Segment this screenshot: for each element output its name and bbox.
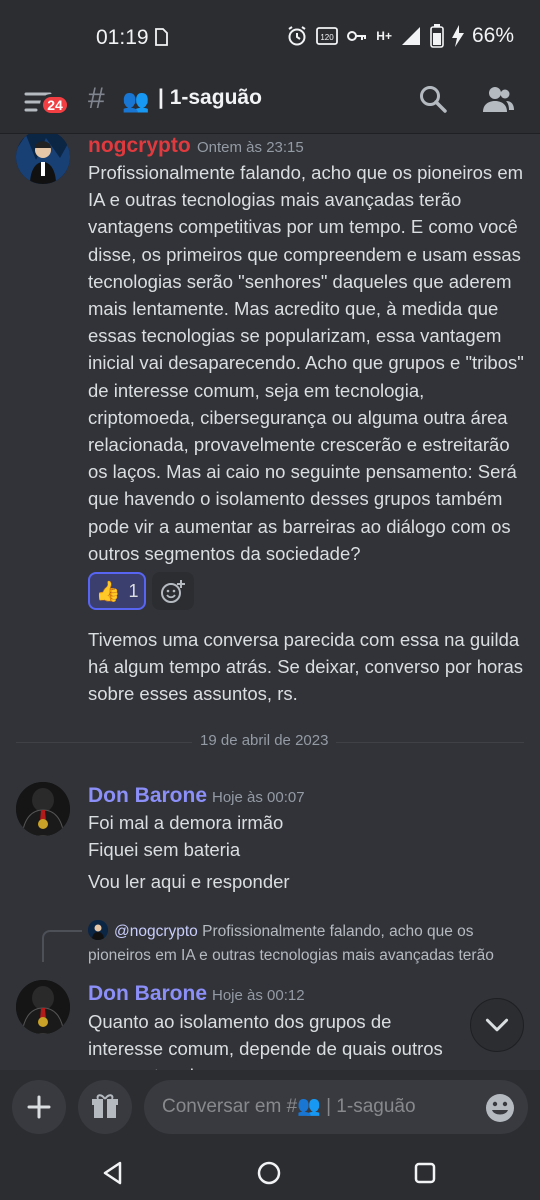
- status-bar: 01:19 120 H+ 66%: [0, 0, 540, 76]
- channel-hash-icon: #: [88, 82, 105, 115]
- message-line: Foi mal a demora irmão: [88, 812, 284, 833]
- message-author[interactable]: Don Barone: [88, 784, 207, 808]
- battery-percent: 66%: [471, 24, 514, 47]
- reaction-thumbs-up[interactable]: 👍 1: [88, 572, 146, 610]
- charging-icon: [451, 25, 464, 47]
- sim-icon: [155, 28, 168, 46]
- date-divider: 19 de abril de 2023: [192, 732, 337, 749]
- people-icon: 👥: [122, 88, 150, 113]
- channel-title[interactable]: | 1-saguão: [158, 86, 262, 110]
- message-timestamp: Hoje às 00:07: [212, 789, 305, 806]
- message-author[interactable]: nogcrypto: [88, 134, 191, 158]
- add-reaction-icon[interactable]: [152, 572, 194, 610]
- key-icon: [347, 31, 367, 41]
- emoji-icon[interactable]: [484, 1092, 516, 1124]
- reply-preview[interactable]: @nogcrypto Profissionalmente falando, ac…: [88, 920, 518, 968]
- alarm-icon: [288, 26, 306, 46]
- message-line: Vou ler aqui e responder: [88, 871, 290, 892]
- message-author[interactable]: Don Barone: [88, 982, 207, 1006]
- reply-mention[interactable]: @nogcrypto: [114, 923, 198, 940]
- reply-connector: [42, 930, 82, 962]
- plus-icon[interactable]: [12, 1080, 66, 1134]
- signal-icon: [401, 27, 420, 45]
- reaction-count: 1: [128, 580, 139, 601]
- message-body: Quanto ao isolamento dos grupos de inter…: [88, 1011, 443, 1070]
- battery-icon: [430, 24, 444, 48]
- message-input[interactable]: [144, 1080, 528, 1134]
- status-time: 01:19: [96, 26, 149, 49]
- message-list[interactable]: nogcrypto Ontem às 23:15 Profissionalmen…: [0, 134, 540, 1070]
- svg-text:120: 120: [321, 33, 335, 42]
- recents-icon[interactable]: [412, 1160, 438, 1186]
- unread-badge: 24: [40, 94, 70, 116]
- hd-icon: 120: [316, 27, 339, 45]
- message-timestamp: Ontem às 23:15: [197, 139, 304, 156]
- members-icon[interactable]: [482, 84, 514, 114]
- message-line: Fiquei sem bateria: [88, 839, 241, 860]
- chevron-down-icon[interactable]: [470, 998, 524, 1052]
- home-icon[interactable]: [256, 1160, 282, 1186]
- search-icon[interactable]: [418, 84, 448, 114]
- back-icon[interactable]: [100, 1160, 126, 1186]
- status-icons: 120 H+ 66%: [286, 24, 514, 48]
- network-type: H+: [376, 29, 392, 43]
- avatar[interactable]: [16, 980, 70, 1034]
- gift-icon[interactable]: [78, 1080, 132, 1134]
- message-body: Profissionalmente falando, acho que os p…: [88, 162, 524, 564]
- message-timestamp: Hoje às 00:12: [212, 987, 305, 1004]
- composer-bar: [0, 1070, 540, 1146]
- system-navbar: [0, 1146, 540, 1200]
- avatar[interactable]: [16, 782, 70, 836]
- message-body: Tivemos uma conversa parecida com essa n…: [88, 629, 523, 705]
- channel-header: 24 # 👥 | 1-saguão: [0, 76, 540, 134]
- avatar[interactable]: [16, 134, 70, 184]
- thumbs-up-icon: 👍: [95, 580, 121, 603]
